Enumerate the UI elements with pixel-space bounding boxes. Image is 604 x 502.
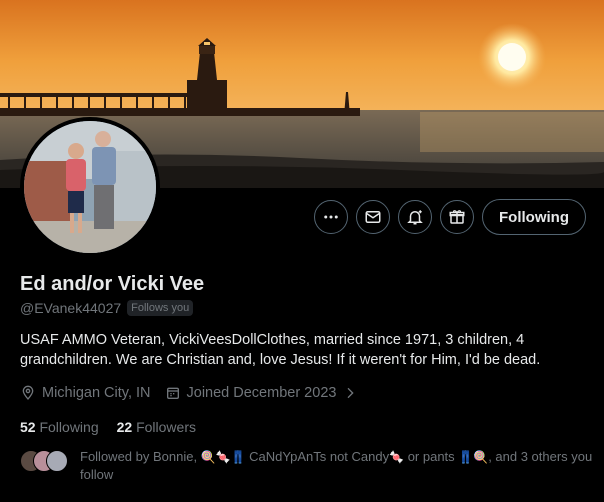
followed-by-prefix: Followed by Bonnie,	[80, 449, 198, 464]
followers-count: 22	[116, 419, 133, 435]
subscribe-button[interactable]	[440, 200, 475, 234]
followed-by-row[interactable]: Followed by Bonnie, 🍭🍬👖 CaNdYpAnTs not C…	[20, 448, 600, 483]
following-count-link[interactable]: 52 Following	[20, 419, 99, 435]
emoji-candy-pants: 🍭🍬👖	[200, 450, 246, 464]
profile-meta: Michigan City, IN Joined December 2023	[20, 385, 358, 401]
calendar-icon	[166, 387, 179, 399]
profile-avatar[interactable]	[20, 117, 160, 257]
following-count: 52	[20, 419, 36, 435]
follows-you-badge: Follows you	[127, 300, 194, 316]
location-item: Michigan City, IN	[20, 385, 151, 401]
joined-text: Joined December 2023	[186, 385, 337, 401]
subscribe-gift-icon	[449, 210, 465, 224]
notification-bell-icon	[407, 210, 423, 225]
following-label: Following	[39, 419, 99, 435]
more-button[interactable]	[314, 200, 349, 234]
following-button[interactable]: Following	[482, 199, 586, 235]
joined-item[interactable]: Joined December 2023	[165, 385, 359, 401]
profile-handle: @EVanek44027	[20, 300, 122, 316]
profile-actions: Following	[314, 199, 586, 235]
followed-by-text: Followed by Bonnie, 🍭🍬👖 CaNdYpAnTs not C…	[80, 448, 600, 483]
mutual-avatars	[20, 450, 70, 474]
location-text: Michigan City, IN	[42, 385, 151, 401]
chevron-right-icon	[347, 387, 355, 399]
message-icon	[365, 211, 381, 223]
profile-bio: USAF AMMO Veteran, VickiVeesDollClothes,…	[20, 332, 541, 368]
mutual-avatar	[46, 450, 68, 472]
followed-by-name2: CaNdYpAnTs not Candy	[249, 449, 390, 464]
followers-count-link[interactable]: 22 Followers	[117, 419, 196, 435]
emoji-pants-lollipop: 👖🍭	[458, 450, 489, 464]
message-button[interactable]	[356, 200, 391, 234]
emoji-candy: 🍬	[389, 450, 405, 464]
profile-name: Ed and/or Vicki Vee	[20, 273, 205, 295]
more-icon	[324, 215, 338, 219]
followers-label: Followers	[136, 419, 196, 435]
handle-row: @EVanek44027 Follows you	[20, 300, 194, 316]
notify-button[interactable]	[398, 200, 433, 234]
follow-counts: 52 Following 22 Followers	[20, 419, 196, 435]
location-icon	[22, 385, 34, 401]
followed-by-mid: or pants	[407, 449, 455, 464]
